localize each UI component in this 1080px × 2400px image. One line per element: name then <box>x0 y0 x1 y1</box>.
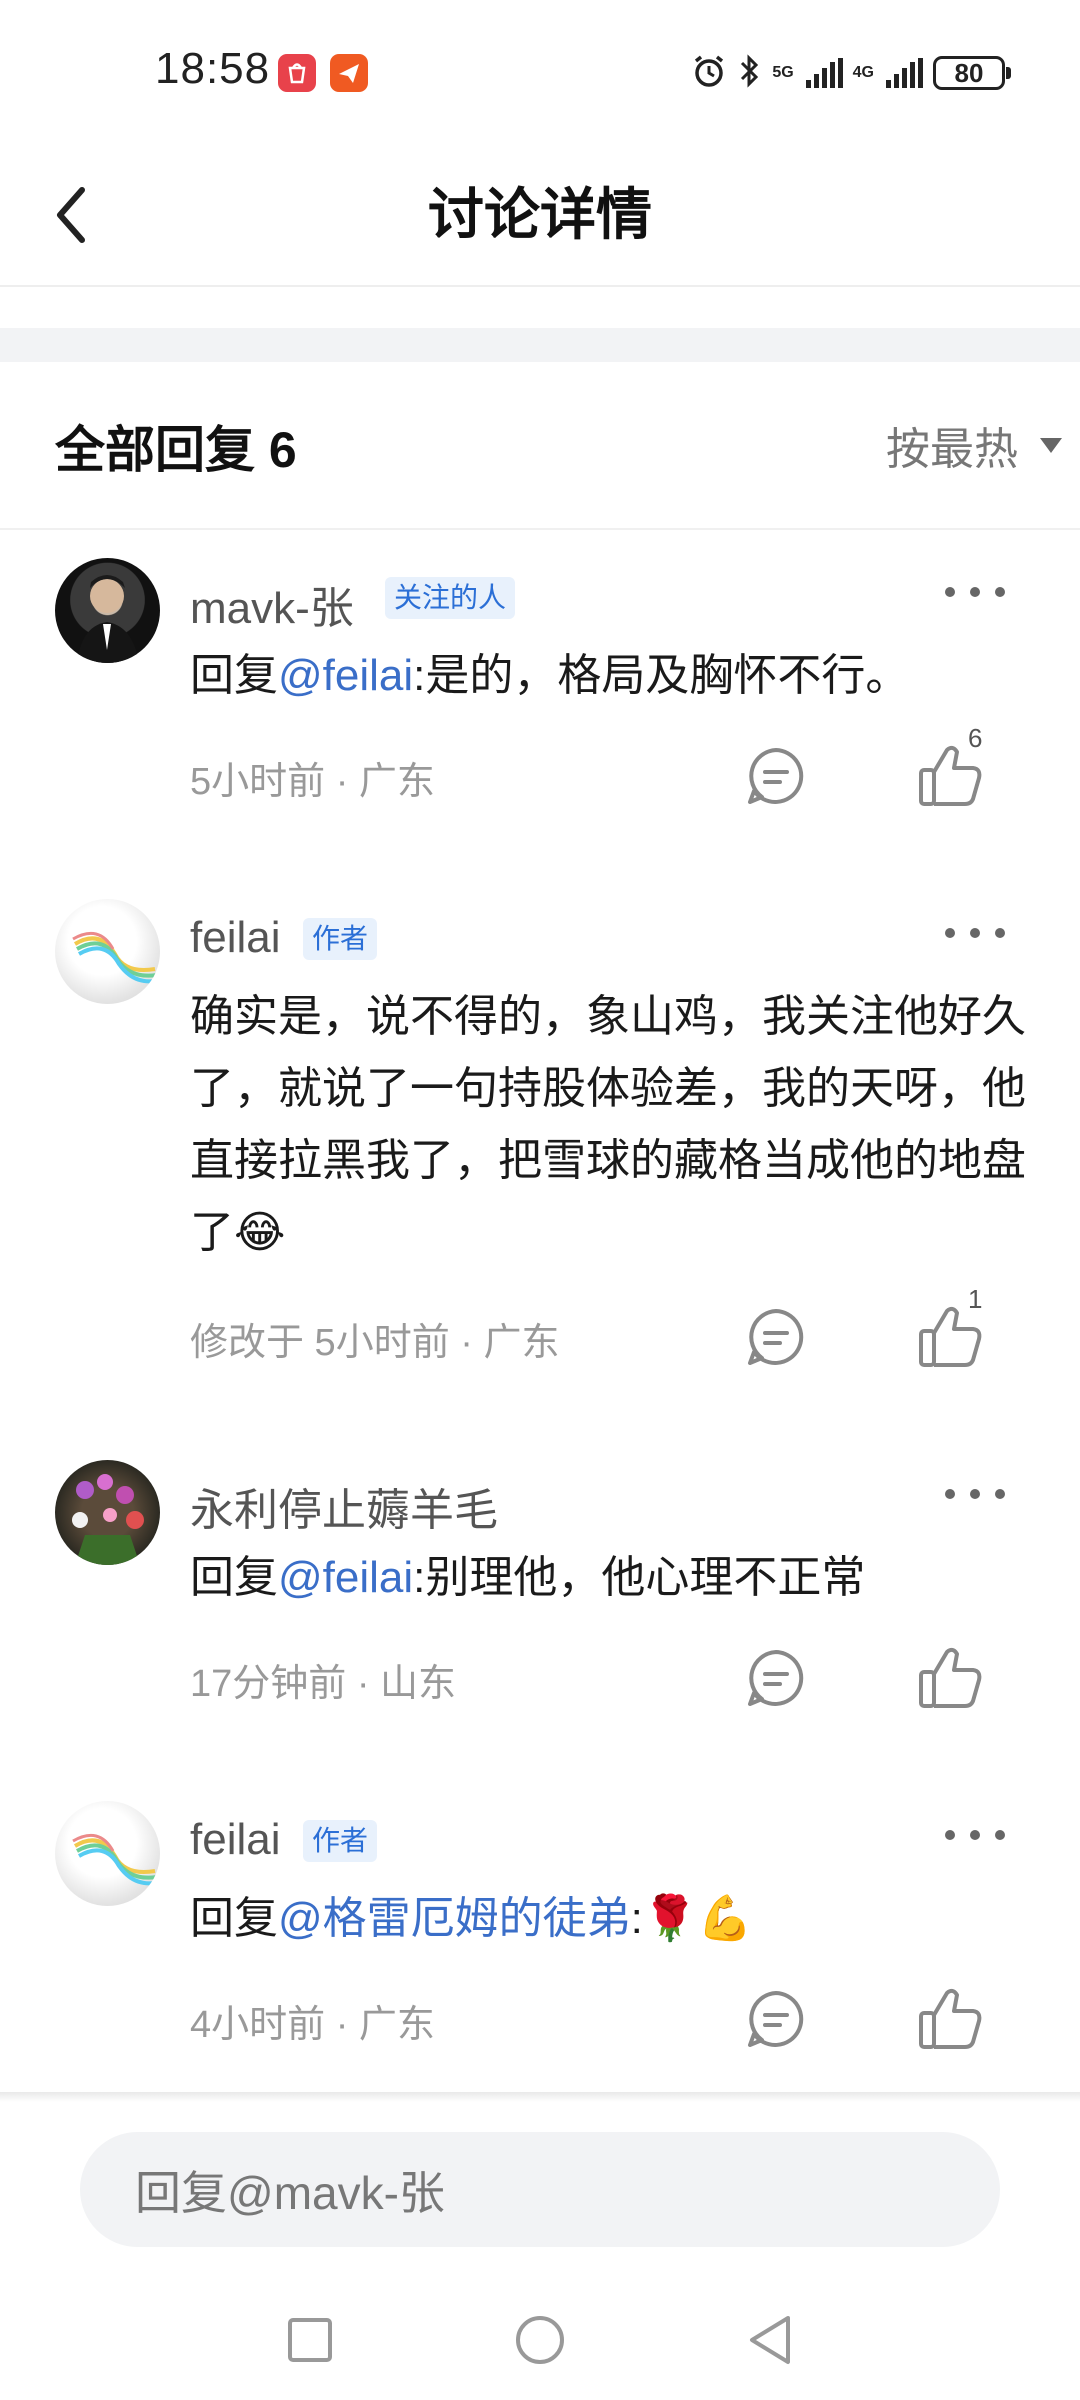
like-button[interactable] <box>915 1642 987 1714</box>
avatar[interactable] <box>55 558 160 663</box>
comment-content: 回复@feilai:别理他，他心理不正常 <box>190 1542 1050 1614</box>
circle-icon <box>516 2316 564 2364</box>
rose-strong-emoji: 🌹💪 <box>642 1894 753 1943</box>
status-bar: 18:58 5G 4G 80 <box>0 0 1080 150</box>
reply-button[interactable] <box>745 1306 807 1368</box>
comment-content: 回复@格雷厄姆的徒弟:🌹💪 <box>190 1883 1050 1955</box>
comment-bubble-icon <box>748 748 804 804</box>
like-count: 6 <box>968 723 983 753</box>
square-icon <box>288 2318 332 2362</box>
avatar[interactable] <box>55 1801 160 1906</box>
sort-dropdown[interactable]: 按最热 <box>886 410 1062 480</box>
reply-prefix: 回复 <box>190 1553 278 1602</box>
thumbs-up-icon <box>919 1988 982 2049</box>
username[interactable]: feilai <box>190 1815 281 1865</box>
more-options-button[interactable] <box>945 577 1005 607</box>
reply-button[interactable] <box>745 1647 807 1709</box>
comment-meta: 5小时前 · 广东 <box>190 761 435 803</box>
following-tag: 关注的人 <box>385 577 516 619</box>
reply-button[interactable] <box>745 1988 807 2050</box>
status-time: 18:58 <box>155 44 271 93</box>
username[interactable]: feilai <box>190 913 281 963</box>
mention-link[interactable]: @格雷厄姆的徒弟 <box>278 1894 631 1943</box>
comment-text: :是的，格局及胸怀不行。 <box>413 651 910 700</box>
caret-down-icon <box>1040 437 1062 453</box>
section-separator <box>0 328 1080 362</box>
network-5g-label: 5G <box>772 64 794 81</box>
triangle-back-icon <box>750 2316 790 2364</box>
home-button[interactable] <box>510 2310 570 2370</box>
huawei-app-icon <box>278 54 316 92</box>
reply-prefix: 回复 <box>190 1894 278 1943</box>
more-options-button[interactable] <box>945 1820 1005 1850</box>
signal-icon <box>805 58 843 88</box>
comment-content: 确实是，说不得的，象山鸡，我关注他好久了，就说了一句持股体验差，我的天呀，他直接… <box>190 981 1050 1269</box>
comment-text: :别理他，他心理不正常 <box>413 1553 866 1602</box>
comment-text: : <box>630 1894 643 1943</box>
network-4g-label: 4G <box>852 64 874 81</box>
comment-bubble-icon <box>748 1991 804 2047</box>
author-tag: 作者 <box>303 918 378 960</box>
battery-icon: 80 <box>933 56 1011 90</box>
reply-input[interactable]: 回复@mavk-张 <box>80 2132 1000 2247</box>
comment-bubble-icon <box>748 1650 804 1706</box>
back-nav-button[interactable] <box>740 2310 800 2370</box>
like-button[interactable] <box>915 1983 987 2055</box>
more-options-button[interactable] <box>945 918 1005 948</box>
alarm-icon <box>690 52 728 95</box>
signal-icon-2 <box>886 58 923 88</box>
mention-link[interactable]: @feilai <box>278 1553 413 1602</box>
comment-text: 确实是，说不得的，象山鸡，我关注他好久了，就说了一句持股体验差，我的天呀，他直接… <box>190 992 1026 1257</box>
mention-link[interactable]: @feilai <box>278 651 413 700</box>
comment-meta: 17分钟前 · 山东 <box>190 1663 457 1705</box>
bottom-bar-shadow <box>0 2092 1080 2102</box>
status-icons: 5G 4G 80 <box>690 48 1011 98</box>
like-count: 1 <box>968 1284 983 1314</box>
comment-content: 回复@feilai:是的，格局及胸怀不行。 <box>190 640 1050 712</box>
replies-count-title: 全部回复 6 <box>55 422 297 478</box>
reply-prefix: 回复 <box>190 651 278 700</box>
comment-meta: 修改于 5小时前 · 广东 <box>190 1322 560 1364</box>
author-tag: 作者 <box>303 1820 378 1862</box>
laughing-tears-emoji: 😂 <box>234 1208 286 1257</box>
paper-plane-app-icon <box>330 54 368 92</box>
more-options-button[interactable] <box>945 1479 1005 1509</box>
page-title: 讨论详情 <box>428 183 652 246</box>
reply-button[interactable] <box>745 745 807 807</box>
username[interactable]: mavk-张 <box>190 572 354 636</box>
comment-meta: 4小时前 · 广东 <box>190 2004 435 2046</box>
thumbs-up-icon <box>919 1647 982 1708</box>
recent-apps-button[interactable] <box>280 2310 340 2370</box>
divider <box>0 528 1080 530</box>
comment-bubble-icon <box>748 1309 804 1365</box>
avatar[interactable] <box>55 899 160 1004</box>
bluetooth-icon <box>738 52 762 95</box>
header: 讨论详情 <box>0 150 1080 287</box>
avatar[interactable] <box>55 1460 160 1565</box>
username[interactable]: 永利停止薅羊毛 <box>190 1474 498 1538</box>
battery-level: 80 <box>954 57 984 88</box>
sort-label: 按最热 <box>886 425 1018 474</box>
reply-input-placeholder: 回复@mavk-张 <box>135 2166 445 2219</box>
